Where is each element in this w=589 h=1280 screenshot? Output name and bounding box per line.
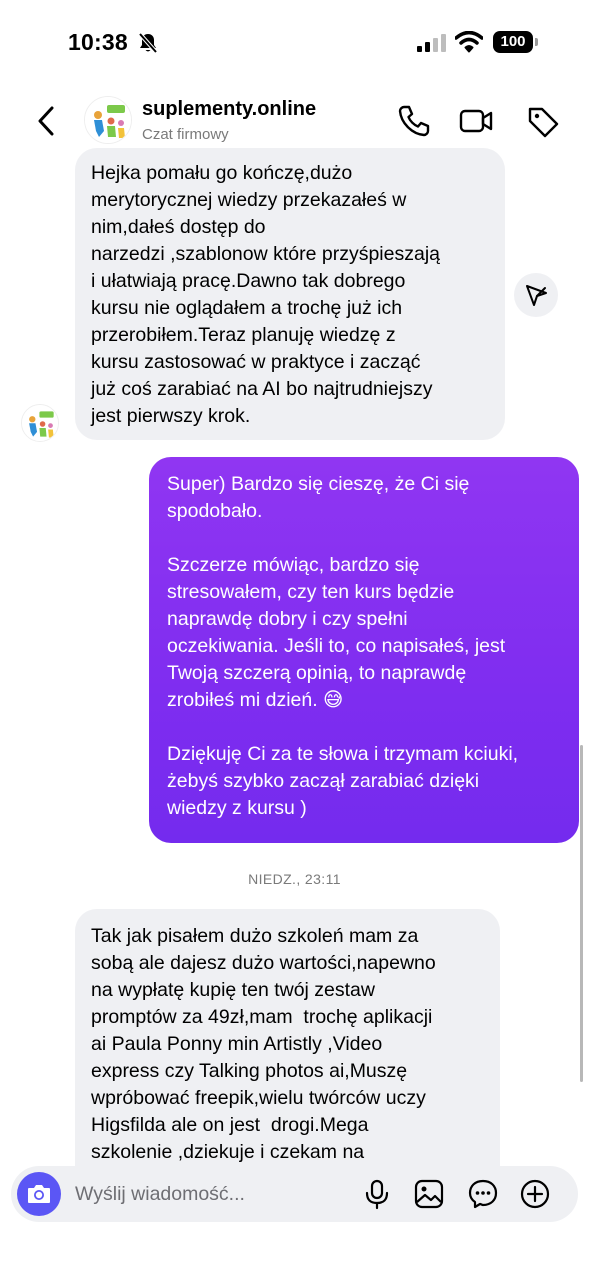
message-line: Higsfilda ale on jest drogi.Mega	[91, 1114, 369, 1136]
message-line: spodobało.	[167, 500, 263, 522]
battery-cap	[535, 38, 538, 46]
message-paragraph: Dziękuję Ci za te słowa i trzymam kciuki…	[167, 741, 561, 822]
sender-avatar[interactable]	[21, 404, 59, 442]
message-paragraph: Super) Bardzo się cieszę, że Ci się spod…	[167, 471, 561, 525]
message-line: Tak jak pisałem dużo szkoleń mam za	[91, 925, 419, 947]
message-line: nim,dałeś dostęp do	[91, 216, 266, 238]
message-paragraph: Szczerze mówiąc, bardzo się stresowałem,…	[167, 552, 561, 714]
message-line: ai Paula Ponny min Artistly ,Video	[91, 1033, 383, 1055]
message-line: Super) Bardzo się cieszę, że Ci się	[167, 473, 470, 495]
message-line: Twoją szczerą opinią, to naprawdę	[167, 662, 467, 684]
message-line: zrobiłeś mi dzień. 😅	[167, 689, 344, 711]
message-line: i ułatwiają pracę.Dawno tak dobrego	[91, 270, 406, 292]
message-bubble-incoming[interactable]: Hejka pomału go kończę,dużo merytoryczne…	[75, 148, 505, 440]
message-line: wiedzy z kursu )	[167, 797, 307, 819]
share-button[interactable]	[514, 273, 558, 317]
message-line: promptów za 49zł,mam trochę aplikacji	[91, 1006, 433, 1028]
battery-level: 100	[493, 31, 533, 53]
message-line: Dziękuję Ci za te słowa i trzymam kciuki…	[167, 743, 519, 765]
camera-button[interactable]	[17, 1172, 61, 1216]
message-line: merytorycznej wiedzy przekazałeś w	[91, 189, 407, 211]
back-chevron-icon[interactable]	[30, 104, 64, 138]
contact-name[interactable]: suplementy.online	[142, 98, 316, 121]
send-icon	[526, 285, 547, 306]
tag-icon[interactable]	[525, 104, 561, 138]
contact-subtitle: Czat firmowy	[142, 126, 229, 143]
gallery-icon[interactable]	[413, 1178, 445, 1210]
video-camera-icon[interactable]	[458, 104, 494, 138]
message-timestamp: NIEDZ., 23:11	[248, 871, 341, 887]
message-line: jest pierwszy krok.	[91, 405, 251, 427]
microphone-icon[interactable]	[361, 1178, 393, 1210]
message-line: express czy Talking photos ai,Muszę	[91, 1060, 408, 1082]
message-line: sobą ale dajesz dużo wartości,napewno	[91, 952, 436, 974]
avatar-image	[22, 405, 58, 441]
phone-icon[interactable]	[396, 104, 432, 138]
message-bubble-outgoing[interactable]: Super) Bardzo się cieszę, że Ci się spod…	[149, 457, 579, 843]
camera-icon	[28, 1185, 50, 1203]
message-bubble-incoming[interactable]: Tak jak pisałem dużo szkoleń mam za sobą…	[75, 909, 500, 1199]
scrollbar[interactable]	[580, 745, 583, 1082]
message-input[interactable]: Wyślij wiadomość...	[75, 1183, 245, 1206]
message-line: stresowałem, czy ten kurs będzie	[167, 581, 455, 603]
message-line: Hejka pomału go kończę,dużo	[91, 162, 353, 184]
message-line: oczekiwania. Jeśli to, co napisałeś, jes…	[167, 635, 506, 657]
add-icon[interactable]	[519, 1178, 551, 1210]
message-line: przerobiłem.Teraz planuję wiedzę z	[91, 324, 396, 346]
message-line: żebyś szybko zaczął zarabiać dzięki	[167, 770, 480, 792]
message-line: szkolenie ,dziekuje i czekam na	[91, 1141, 365, 1163]
message-line: kursu zastosować w praktyce i zacząć	[91, 351, 421, 373]
message-line: już coś zarabiać na AI bo najtrudniejszy	[91, 378, 433, 400]
message-line: kursu nie oglądałem a trochę już ich	[91, 297, 403, 319]
bell-off-icon	[138, 32, 158, 54]
wifi-icon	[455, 31, 483, 53]
message-line: na wypłatę kupię ten twój zestaw	[91, 979, 375, 1001]
sticker-icon[interactable]	[467, 1178, 499, 1210]
avatar-image	[85, 97, 131, 143]
signal-icon	[417, 34, 446, 52]
message-composer: Wyślij wiadomość...	[11, 1166, 578, 1222]
message-line: naprawdę dobry i czy spełni	[167, 608, 408, 630]
message-line: Szczerze mówiąc, bardzo się	[167, 554, 420, 576]
avatar[interactable]	[84, 96, 132, 144]
status-time: 10:38	[68, 29, 128, 55]
message-line: narzedzi ,szablonow które przyśpieszają	[91, 243, 441, 265]
status-bar: 10:38 100	[0, 0, 589, 86]
message-line: wpróbować freepik,wielu twórców uczy	[91, 1087, 426, 1109]
